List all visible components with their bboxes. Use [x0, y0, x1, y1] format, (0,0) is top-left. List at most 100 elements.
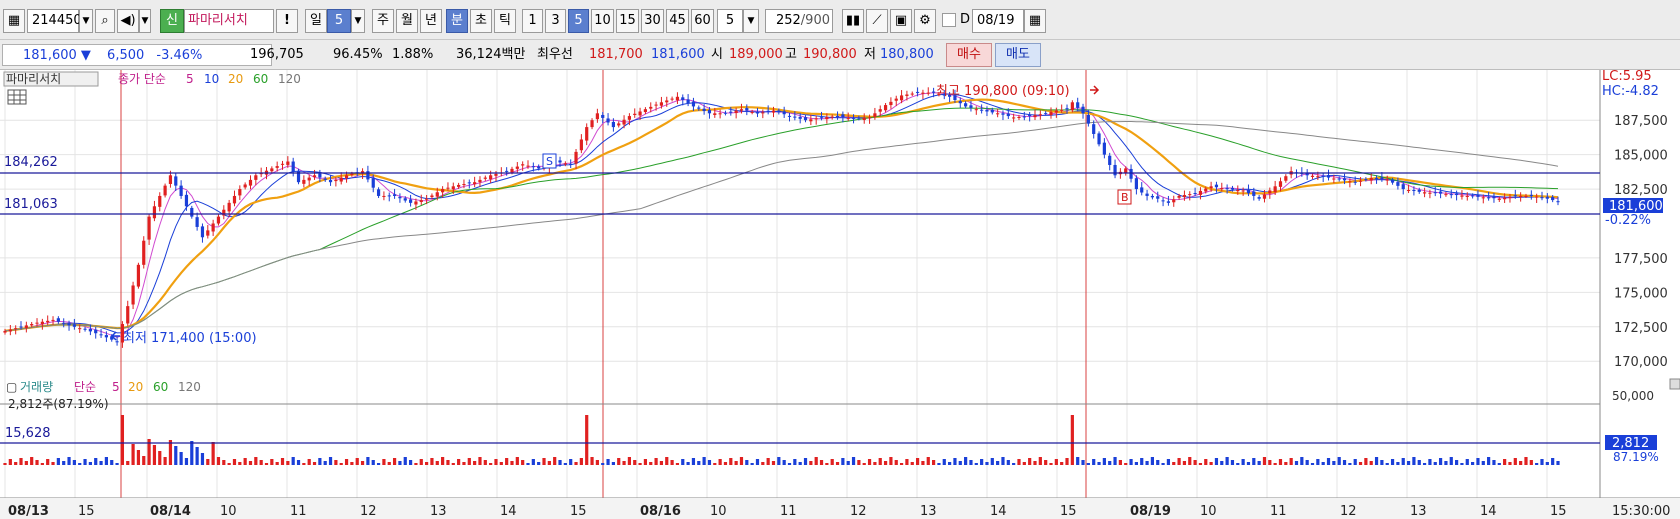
data-count-value: 252: [775, 13, 801, 28]
turnover-ratio: 1.88%: [392, 47, 434, 62]
volume-bar: [1086, 463, 1090, 465]
volume-bar: [110, 460, 114, 465]
candle-body: [104, 335, 108, 338]
volume-bar: [1465, 459, 1469, 465]
volume-bar: [766, 458, 770, 465]
candle-body: [1113, 164, 1117, 176]
volume-bar: [1161, 463, 1165, 465]
volume-bar: [1294, 461, 1299, 465]
period-second-button[interactable]: 초: [470, 9, 492, 33]
period-month-button[interactable]: 월: [396, 9, 418, 33]
data-count-field[interactable]: 252/900: [765, 9, 833, 33]
minute-1-button[interactable]: 1: [522, 9, 543, 33]
period-year-button[interactable]: 년: [420, 9, 442, 33]
volume-bar: [1492, 460, 1496, 465]
y-tick-label: 187,500: [1614, 114, 1668, 129]
candle-body: [1540, 197, 1544, 199]
candle-body: [473, 182, 477, 185]
minute-3-button[interactable]: 3: [545, 9, 566, 33]
volume-bar: [371, 460, 375, 465]
stock-code-input[interactable]: 214450: [27, 9, 82, 33]
volume-bar: [259, 460, 263, 465]
volume-bar: [1300, 457, 1304, 465]
volume-bar: [94, 458, 98, 465]
line-tool-icon[interactable]: ⟋: [866, 9, 888, 33]
volume-bar: [56, 458, 60, 465]
minute-45-button[interactable]: 45: [666, 9, 689, 33]
volume-bar: [8, 459, 12, 465]
volume-bar: [739, 457, 744, 465]
period-minute-button[interactable]: 분: [446, 9, 468, 33]
layout-icon[interactable]: ▦: [3, 9, 25, 33]
period-day-value[interactable]: 5: [327, 9, 351, 33]
x-tick-label: 15: [1060, 504, 1077, 519]
gear-icon[interactable]: ⚙: [914, 9, 936, 33]
calendar-icon[interactable]: ▦: [1024, 9, 1046, 33]
stock-code-dropdown-icon[interactable]: ▼: [79, 9, 93, 33]
grid-toggle-icon[interactable]: [7, 89, 27, 105]
sell-button[interactable]: 매도: [995, 43, 1041, 67]
candle-body: [1081, 106, 1085, 114]
date-input[interactable]: 08/19: [972, 9, 1024, 33]
candle-body: [1134, 178, 1138, 190]
volume-bar: [30, 457, 34, 465]
candle-body: [1465, 195, 1469, 197]
candle-body: [270, 168, 274, 172]
volume-bar: [1455, 460, 1459, 465]
candle-body: [19, 326, 23, 328]
ma-period-60: 60: [253, 72, 268, 86]
candle-body: [243, 184, 247, 188]
period-week-button[interactable]: 주: [372, 9, 394, 33]
speaker-dropdown-icon[interactable]: ▼: [139, 9, 151, 33]
candle-body: [8, 329, 12, 332]
date-checkbox[interactable]: [942, 13, 956, 27]
period-day-dropdown-icon[interactable]: ▼: [351, 9, 365, 33]
period-day-button[interactable]: 일: [305, 9, 327, 33]
x-tick-label: 14: [990, 504, 1007, 519]
candle-body: [814, 118, 818, 120]
minute-10-button[interactable]: 10: [591, 9, 614, 33]
volume-bar: [1476, 458, 1480, 465]
candle-body: [761, 112, 765, 114]
minute-5-button[interactable]: 5: [568, 9, 589, 33]
candle-body: [1358, 180, 1363, 182]
volume-bar: [163, 457, 167, 465]
buy-button[interactable]: 매수: [946, 43, 992, 67]
custom-minute-input[interactable]: 5: [717, 9, 743, 33]
minute-60-button[interactable]: 60: [691, 9, 714, 33]
candle-body: [713, 113, 717, 115]
candle-body: [158, 195, 162, 207]
volume-bar: [254, 457, 258, 465]
volume-bar: [296, 460, 301, 465]
period-tick-button[interactable]: 틱: [494, 9, 516, 33]
candle-body: [809, 119, 813, 122]
candle-body: [174, 176, 178, 186]
candle-body: [94, 329, 98, 334]
candlestick-chart[interactable]: 파마리서치 종가 단순 5 10 20 60 120 184,262 181,0…: [0, 69, 1680, 519]
candle-body: [222, 209, 226, 216]
custom-minute-dropdown-icon[interactable]: ▼: [743, 9, 759, 33]
volume-bar: [350, 462, 354, 465]
candle-settings-icon[interactable]: ▮▮: [842, 9, 864, 33]
candle-body: [1481, 197, 1485, 199]
volume-bar: [553, 457, 557, 465]
candle-body: [1102, 142, 1106, 155]
minute-15-button[interactable]: 15: [616, 9, 639, 33]
volume-ma-120: 120: [178, 380, 201, 394]
search-icon[interactable]: ⌕: [95, 9, 115, 33]
speaker-icon[interactable]: ◀): [117, 9, 139, 33]
save-icon[interactable]: ▣: [890, 9, 912, 33]
candle-body: [585, 127, 589, 141]
alert-button[interactable]: !: [276, 9, 298, 33]
volume-bar: [1198, 463, 1203, 465]
candle-body: [339, 177, 343, 182]
volume-bar: [1150, 457, 1155, 465]
volume-bar: [227, 463, 231, 465]
x-tick-label: 12: [360, 504, 377, 519]
volume-bar: [654, 458, 658, 465]
collapse-icon[interactable]: [1669, 378, 1680, 390]
candle-body: [638, 111, 642, 116]
candle-body: [681, 97, 685, 101]
candle-body: [334, 179, 338, 182]
minute-30-button[interactable]: 30: [641, 9, 664, 33]
